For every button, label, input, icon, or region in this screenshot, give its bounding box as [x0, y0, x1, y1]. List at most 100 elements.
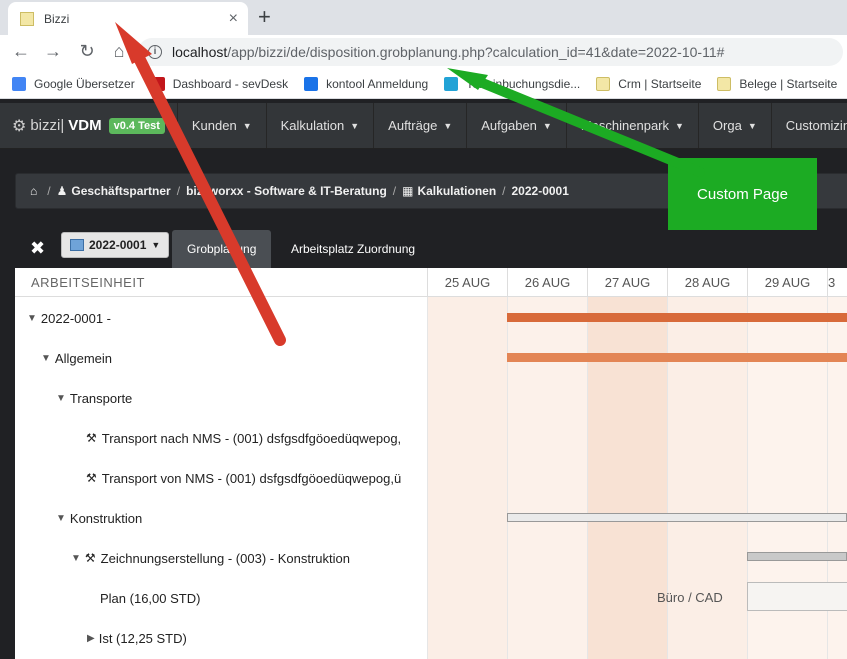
bookmark-label: Belege | Startseite — [739, 76, 838, 91]
tree-row[interactable]: ▼ Konstruktion — [15, 498, 427, 538]
nav-maschinenpark[interactable]: Maschinenpark ▼ — [567, 103, 699, 148]
browser-tabstrip: Bizzi × + — [0, 0, 847, 35]
day-header: 29 AUG — [747, 268, 827, 297]
bookmark[interactable]: Belege | Startseite — [717, 76, 838, 91]
bookmark-icon — [304, 76, 319, 91]
calculation-value: 2022-0001 — [89, 238, 147, 252]
day-header: 27 AUG — [587, 268, 667, 297]
breadcrumb-separator: / — [502, 184, 506, 198]
tree-row[interactable]: ▶ Ist (12,25 STD) — [15, 618, 427, 658]
breadcrumb-item[interactable]: bizzworxx - Software & IT-Beratung — [186, 184, 387, 198]
tree-row[interactable]: ▼ ⚒ Zeichnungserstellung - (003) - Konstru… — [15, 538, 427, 578]
row-label: Plan (16,00 STD) — [100, 590, 201, 606]
tree-row[interactable]: ▼ 2022-0001 - — [15, 298, 427, 338]
row-label: 2022-0001 - — [40, 310, 112, 326]
gantt-bar[interactable] — [507, 313, 847, 322]
row-label: Ist (12,25 STD) — [98, 630, 187, 646]
resource-bar[interactable] — [747, 582, 847, 611]
tab-grobplanung[interactable]: Grobplanung — [172, 230, 272, 268]
nav-aufgaben[interactable]: Aufgaben ▼ — [467, 103, 567, 148]
site-info-icon[interactable]: i — [148, 45, 162, 59]
nav-kunden[interactable]: Kunden ▼ — [178, 103, 267, 148]
home-icon[interactable]: ⌂ — [108, 41, 130, 62]
brand[interactable]: ⚙ bizzi | VDM v0.4 Test — [0, 103, 178, 148]
expand-triangle-icon[interactable]: ▼ — [56, 393, 66, 404]
bookmark[interactable]: kontool Anmeldung — [304, 76, 429, 91]
tree-row[interactable]: Plan (16,00 STD) — [15, 578, 427, 618]
day-header: 28 AUG — [667, 268, 747, 297]
tab-close-icon[interactable]: × — [229, 10, 238, 28]
browser-tab[interactable]: Bizzi × — [8, 2, 248, 35]
caret-down-icon: ▼ — [151, 240, 161, 250]
table-icon: ▦ — [402, 184, 414, 198]
day-header: 3 — [827, 268, 847, 297]
tab-arbeitsplatz-zuordnung[interactable]: Arbeitsplatz Zuordnung — [276, 230, 430, 268]
caret-down-icon: ▼ — [675, 120, 684, 131]
address-bar[interactable]: i localhost/app/bizzi/de/disposition.gro… — [138, 38, 843, 66]
nav-auftraege[interactable]: Aufträge ▼ — [374, 103, 468, 148]
nav-label: Customizing — [785, 118, 847, 133]
day-column — [507, 297, 587, 659]
caret-down-icon: ▼ — [242, 120, 252, 131]
bookmark[interactable]: Google Übersetzer — [12, 76, 135, 91]
bookmark-icon — [717, 76, 732, 91]
bookmark-label: Crm | Startseite — [618, 76, 702, 91]
day-header: 25 AUG — [427, 268, 507, 297]
bookmark-label: Dashboard - sevDesk — [172, 76, 289, 91]
bookmark[interactable]: Crm | Startseite — [596, 76, 702, 91]
tree-row[interactable]: ⚒ Transport nach NMS - (001) dsfgsdfgöoed… — [15, 418, 427, 458]
close-icon[interactable]: ✖ — [30, 238, 45, 259]
breadcrumb-item[interactable]: Kalkulationen — [417, 184, 496, 198]
day-column — [427, 297, 507, 659]
bookmark[interactable]: Terminbuchungsdie... — [444, 76, 580, 91]
expand-triangle-icon[interactable]: ▼ — [41, 353, 51, 364]
breadcrumb-separator: / — [392, 184, 397, 198]
sub-tabs: ✖ 2022-0001 ▼ Grobplanung Arbeitsplatz Z… — [15, 230, 847, 268]
new-tab-button[interactable]: + — [258, 4, 271, 30]
tree-row[interactable]: ⚒ Transport von NMS - (001) dsfgsdfgöoedü… — [15, 458, 427, 498]
gantt-bar[interactable] — [507, 513, 847, 522]
nav-label: Aufträge — [388, 118, 438, 133]
expand-triangle-icon[interactable]: ▶ — [87, 633, 95, 644]
row-label: Transport nach NMS - (001) dsfgsdfgöoedü… — [101, 430, 402, 446]
row-label: Transport von NMS - (001) dsfgsdfgöoedüq… — [101, 470, 402, 486]
partner-icon: ♟ — [56, 184, 68, 198]
brand-name: bizzi — [30, 117, 61, 134]
bookmark-icon — [150, 76, 165, 91]
expand-triangle-icon[interactable]: ▼ — [71, 553, 81, 564]
nav-kalkulation[interactable]: Kalkulation ▼ — [267, 103, 375, 148]
bookmark-label: kontool Anmeldung — [326, 76, 429, 91]
tools-icon: ⚒ — [86, 431, 97, 445]
home-icon[interactable]: ⌂ — [30, 184, 37, 198]
tab-favicon — [20, 11, 34, 26]
custom-page-callout: Custom Page — [668, 158, 817, 230]
back-icon[interactable]: ← — [10, 41, 32, 62]
breadcrumb-item[interactable]: Geschäftspartner — [71, 184, 170, 198]
expand-triangle-icon[interactable]: ▼ — [56, 513, 66, 524]
gear-icon: ⚙ — [12, 117, 27, 135]
gantt-bar[interactable] — [747, 552, 847, 561]
brand-separator: | — [60, 117, 65, 134]
nav-label: Kalkulation — [280, 118, 345, 133]
tree-row[interactable]: ▼ Transporte — [15, 378, 427, 418]
bookmark[interactable]: Dashboard - sevDesk — [150, 76, 289, 91]
bookmark-icon — [12, 76, 26, 91]
nav-customizing[interactable]: Customizing — [772, 103, 847, 148]
bookmarks-bar: Google Übersetzer Dashboard - sevDesk ko… — [0, 69, 847, 99]
gantt-bar[interactable] — [507, 353, 847, 362]
row-label: Allgemein — [54, 350, 112, 366]
brand-product: VDM — [68, 117, 102, 134]
calculation-dropdown[interactable]: 2022-0001 ▼ — [61, 232, 169, 258]
expand-triangle-icon[interactable]: ▼ — [27, 313, 37, 324]
forward-icon[interactable]: → — [42, 41, 64, 62]
reload-icon[interactable]: ↻ — [76, 41, 98, 62]
url-path: /app/bizzi/de/disposition.grobplanung.ph… — [227, 44, 725, 60]
tree-row[interactable]: ▼ Allgemein — [15, 338, 427, 378]
day-header: 26 AUG — [507, 268, 587, 297]
caret-down-icon: ▼ — [542, 120, 552, 131]
breadcrumb-separator: / — [47, 184, 51, 198]
row-label: Konstruktion — [69, 510, 143, 526]
resource-label: Büro / CAD — [657, 590, 723, 605]
nav-orga[interactable]: Orga ▼ — [699, 103, 772, 148]
browser-toolbar: ← → ↻ ⌂ i localhost/app/bizzi/de/disposi… — [0, 35, 847, 69]
